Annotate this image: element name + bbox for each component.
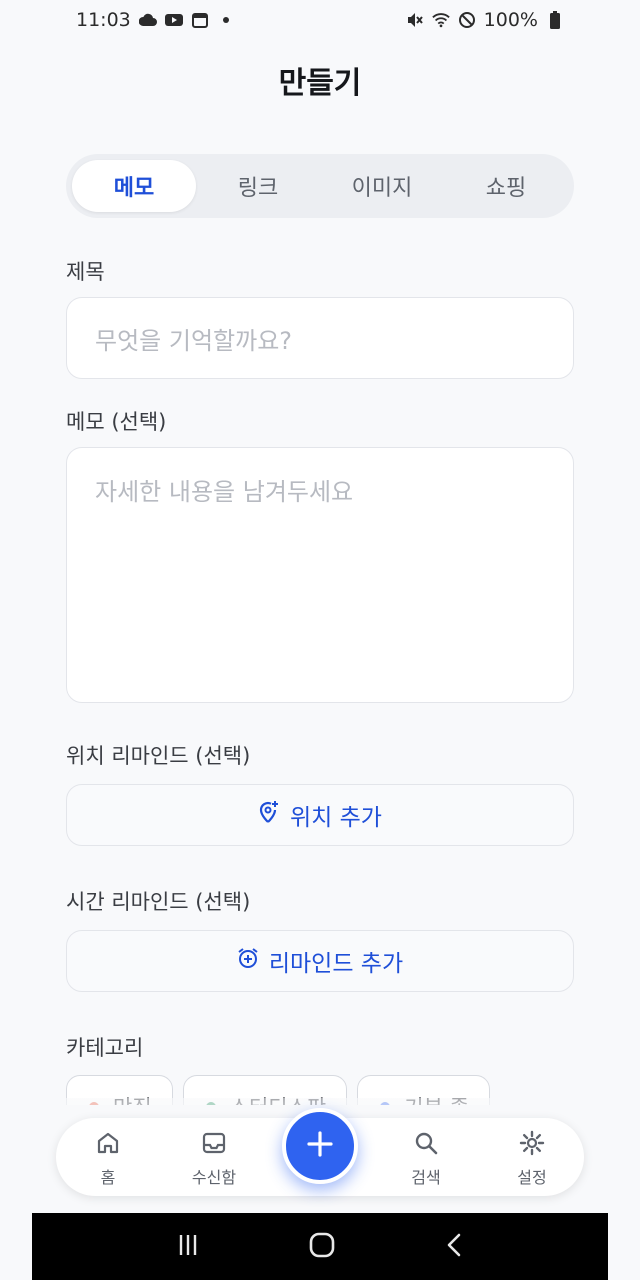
add-location-button[interactable]: 위치 추가 [66,784,574,846]
memo-label: 메모 (선택) [66,410,167,434]
recents-icon[interactable] [176,1233,200,1261]
tab-link[interactable]: 링크 [196,160,320,212]
dnd-icon [458,11,476,29]
category-label: 카테고리 [66,1036,144,1060]
nav-settings[interactable]: 설정 [492,1130,572,1188]
tab-memo[interactable]: 메모 [72,160,196,212]
memo-textarea[interactable]: 자세한 내용을 남겨두세요 [66,447,574,703]
type-tabs: 메모 링크 이미지 쇼핑 [66,154,574,218]
nav-search-label: 검색 [411,1168,441,1187]
title-input[interactable]: 무엇을 기억할까요? [66,297,574,379]
add-reminder-label: 리마인드 추가 [268,951,404,977]
location-reminder-label: 위치 리마인드 (선택) [66,744,251,768]
status-bar: 11:03 100% [0,0,640,40]
mute-icon [406,11,424,29]
nav-home[interactable]: 홈 [68,1130,148,1188]
add-reminder-button[interactable]: 리마인드 추가 [66,930,574,992]
nav-home-label: 홈 [100,1168,116,1187]
plus-icon [306,1130,334,1162]
system-nav-bar [32,1213,608,1280]
inbox-icon [201,1130,227,1160]
status-left: 11:03 [76,9,235,31]
nav-settings-label: 설정 [517,1168,547,1187]
gear-icon [519,1130,545,1160]
page-title: 만들기 [278,66,362,101]
wifi-icon [431,11,450,29]
alarm-add-icon [237,947,259,975]
dot-icon [217,11,235,29]
nav-inbox-label: 수신함 [191,1168,237,1187]
youtube-icon [164,11,183,29]
home-button-icon[interactable] [309,1232,335,1262]
time-reminder-label: 시간 리마인드 (선택) [66,890,251,914]
status-right: 100% [406,9,564,31]
add-location-icon [258,800,280,830]
back-icon[interactable] [444,1232,464,1262]
calendar-icon [191,11,209,29]
battery-icon [546,11,564,29]
search-icon [413,1130,439,1160]
battery-level: 100% [483,9,538,31]
home-icon [95,1130,121,1160]
title-label: 제목 [66,260,105,284]
create-fab[interactable] [282,1108,358,1184]
status-time: 11:03 [76,9,131,31]
add-location-label: 위치 추가 [290,805,382,831]
nav-inbox[interactable]: 수신함 [174,1130,254,1188]
nav-search[interactable]: 검색 [386,1130,466,1188]
tab-image[interactable]: 이미지 [320,160,444,212]
tab-shopping[interactable]: 쇼핑 [444,160,568,212]
cloud-icon [138,11,157,29]
